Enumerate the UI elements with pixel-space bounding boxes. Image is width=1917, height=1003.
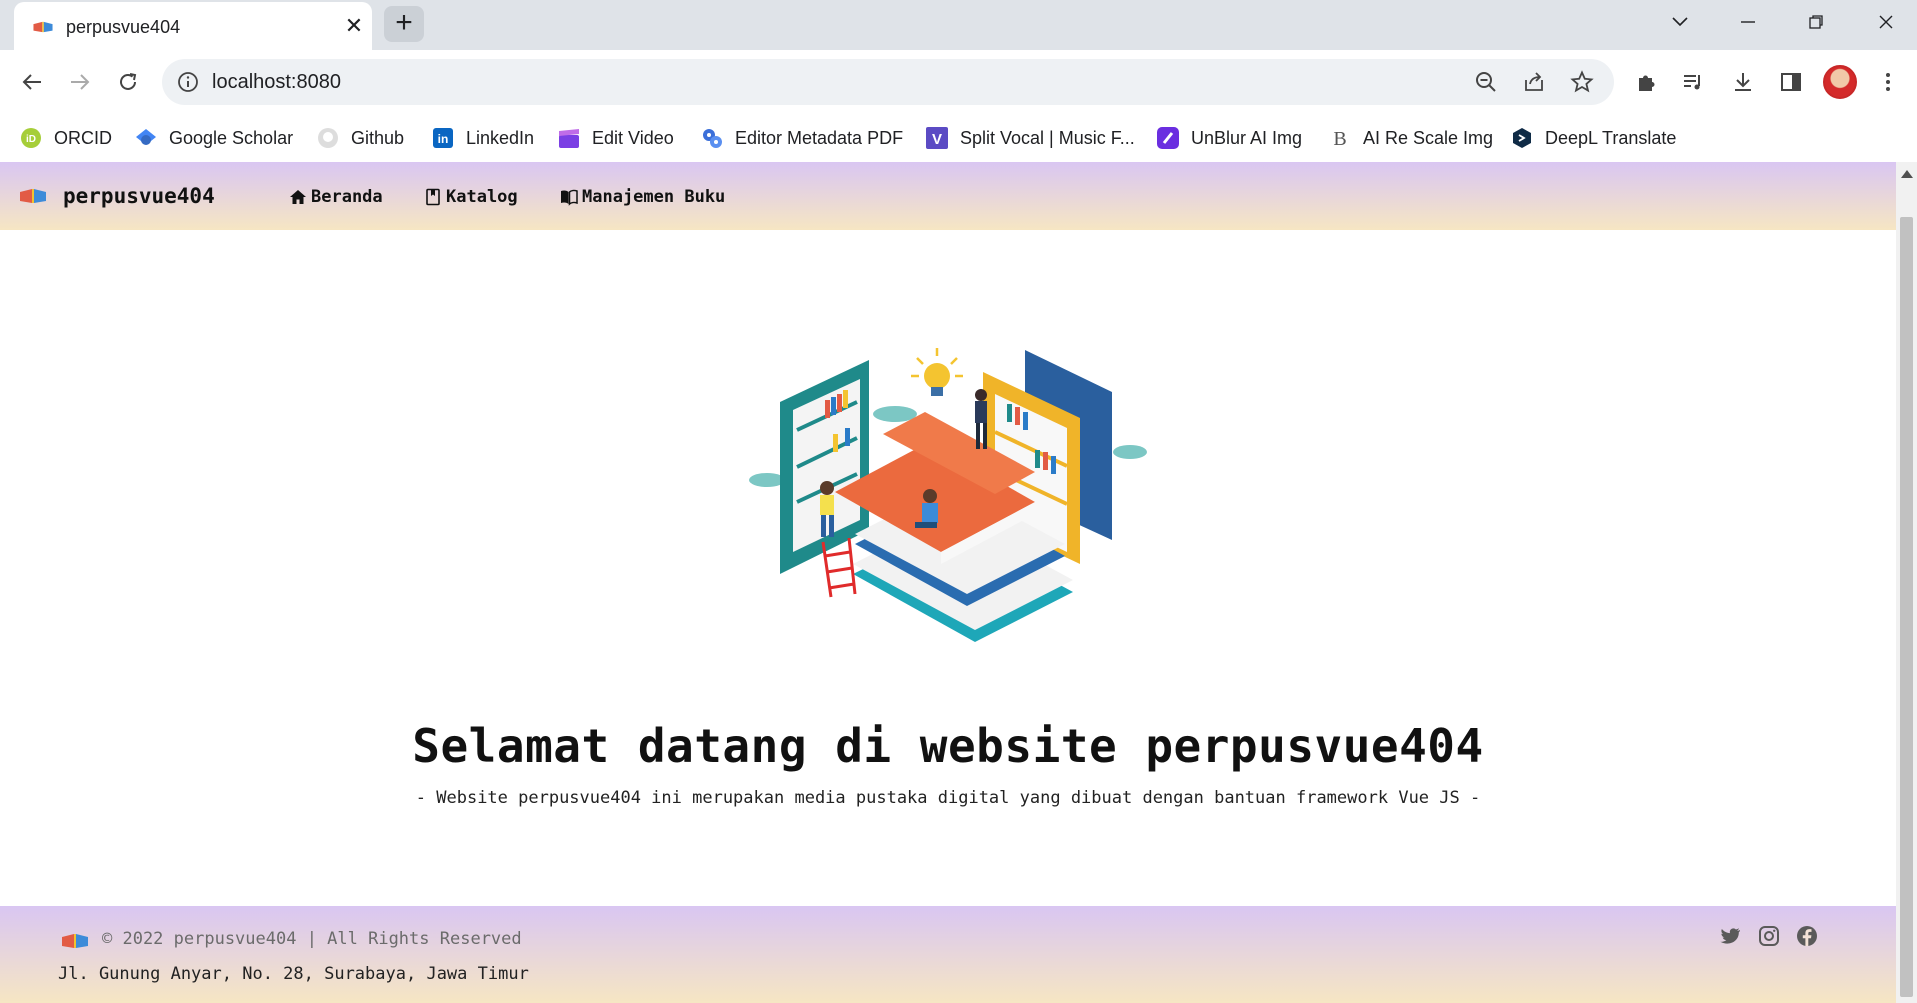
site-favicon-icon <box>33 21 53 33</box>
download-icon[interactable] <box>1723 62 1763 102</box>
bookmark-label: UnBlur AI Img <box>1191 127 1303 148</box>
bookmark-deepl[interactable]: DeepL Translate <box>1511 122 1676 154</box>
hero-title: Selamat datang di website perpusvue404 <box>412 719 1484 773</box>
twitter-icon[interactable] <box>1720 925 1742 947</box>
nav-label: Katalog <box>446 187 518 207</box>
bookmark-github[interactable]: Github <box>317 122 404 154</box>
bookmark-unblur[interactable]: UnBlur AI Img <box>1157 122 1302 154</box>
nav-katalog[interactable]: Katalog <box>424 187 518 207</box>
bookmark-label: Github <box>351 127 405 148</box>
page-scrollbar[interactable] <box>1896 162 1917 1003</box>
share-icon[interactable] <box>1522 70 1546 94</box>
tab-search-chevron-down-icon[interactable] <box>1660 8 1700 40</box>
instagram-icon[interactable] <box>1758 925 1780 947</box>
extensions-puzzle-icon[interactable] <box>1627 62 1667 102</box>
bookmark-label: Edit Video <box>592 127 674 148</box>
svg-text:in: in <box>438 132 449 146</box>
bookmark-label: DeepL Translate <box>1545 127 1677 148</box>
address-bar[interactable]: localhost:8080 <box>162 59 1614 105</box>
bookmark-editor-metadata-pdf[interactable]: Editor Metadata PDF <box>701 122 903 154</box>
footer-copyright: © 2022 perpusvue404 | All Rights Reserve… <box>102 929 522 949</box>
bookmark-ai-rescale[interactable]: B AI Re Scale Img <box>1329 122 1493 154</box>
footer-address: Jl. Gunung Anyar, No. 28, Surabaya, Jawa… <box>58 964 529 984</box>
browser-tab[interactable]: perpusvue404 ✕ <box>14 2 372 52</box>
media-queue-icon[interactable] <box>1673 62 1713 102</box>
b-logo-icon: B <box>1329 127 1351 149</box>
linkedin-icon: in <box>432 127 454 149</box>
more-menu-kebab-icon[interactable] <box>1868 62 1908 102</box>
back-arrow-icon[interactable] <box>12 62 52 102</box>
nav-manajemen-buku[interactable]: Manajemen Buku <box>560 187 725 207</box>
forward-arrow-icon[interactable] <box>60 62 100 102</box>
bookmark-label: AI Re Scale Img <box>1363 127 1494 148</box>
site-footer: © 2022 perpusvue404 | All Rights Reserve… <box>0 906 1896 1003</box>
unblur-icon <box>1157 127 1179 149</box>
bookmark-label: Google Scholar <box>169 127 294 148</box>
svg-text:B: B <box>1333 128 1346 149</box>
minimize-icon[interactable] <box>1728 8 1768 40</box>
bookmark-star-icon[interactable] <box>1570 70 1594 94</box>
nav-label: Manajemen Buku <box>582 187 726 207</box>
nav-label: Beranda <box>311 187 383 207</box>
svg-text:iD: iD <box>26 134 36 145</box>
nav-beranda[interactable]: Beranda <box>289 187 383 207</box>
library-illustration <box>749 348 1147 642</box>
tab-title: perpusvue404 <box>66 17 181 37</box>
bookmark-label: LinkedIn <box>466 127 535 148</box>
bookmarks-bar: iD ORCID Google Scholar Github in Linked… <box>0 114 1917 162</box>
bookmark-book-icon <box>426 188 440 206</box>
hero-subtitle: - Website perpusvue404 ini merupakan med… <box>415 788 1481 808</box>
profile-avatar[interactable] <box>1823 65 1857 99</box>
deepl-icon <box>1511 127 1533 149</box>
site-navbar: perpusvue404 Beranda Katalog Manajemen B… <box>0 162 1896 230</box>
gears-icon <box>701 127 723 149</box>
bookmark-linkedin[interactable]: in LinkedIn <box>432 122 534 154</box>
github-icon <box>317 127 339 149</box>
bookmark-label: ORCID <box>54 127 112 148</box>
google-scholar-icon <box>135 127 157 149</box>
side-panel-icon[interactable] <box>1771 62 1811 102</box>
reload-icon[interactable] <box>108 62 148 102</box>
bookmark-orcid[interactable]: iD ORCID <box>20 122 112 154</box>
zoom-out-icon[interactable] <box>1474 70 1498 94</box>
v-logo-icon: V <box>926 127 948 149</box>
tab-close-button[interactable]: ✕ <box>342 14 366 38</box>
facebook-icon[interactable] <box>1796 925 1818 947</box>
bookmark-edit-video[interactable]: Edit Video <box>558 122 674 154</box>
tab-strip: perpusvue404 ✕ + <box>0 0 1917 52</box>
bookmark-google-scholar[interactable]: Google Scholar <box>135 122 293 154</box>
lightbulb-shape <box>911 348 963 396</box>
svg-text:V: V <box>932 131 942 148</box>
url-text[interactable]: localhost:8080 <box>212 71 341 94</box>
scroll-up-arrow-icon[interactable] <box>1901 170 1913 178</box>
browser-toolbar: localhost:8080 <box>0 50 1917 114</box>
new-tab-button[interactable]: + <box>384 6 424 42</box>
bookmark-label: Editor Metadata PDF <box>735 127 904 148</box>
home-icon <box>290 190 306 204</box>
footer-logo-icon <box>62 934 88 948</box>
open-book-icon <box>561 189 578 206</box>
orcid-icon: iD <box>20 127 42 149</box>
brand-logo-icon[interactable] <box>18 186 48 206</box>
brand-name[interactable]: perpusvue404 <box>63 184 215 208</box>
restore-icon[interactable] <box>1796 8 1836 40</box>
clapperboard-icon <box>558 127 580 149</box>
close-window-icon[interactable] <box>1866 8 1906 40</box>
bookmark-label: Split Vocal | Music F... <box>960 127 1135 148</box>
page-viewport: perpusvue404 Beranda Katalog Manajemen B… <box>0 162 1896 1003</box>
site-info-icon[interactable] <box>176 70 200 94</box>
bookmark-split-vocal[interactable]: V Split Vocal | Music F... <box>926 122 1135 154</box>
scrollbar-thumb[interactable] <box>1900 217 1913 997</box>
